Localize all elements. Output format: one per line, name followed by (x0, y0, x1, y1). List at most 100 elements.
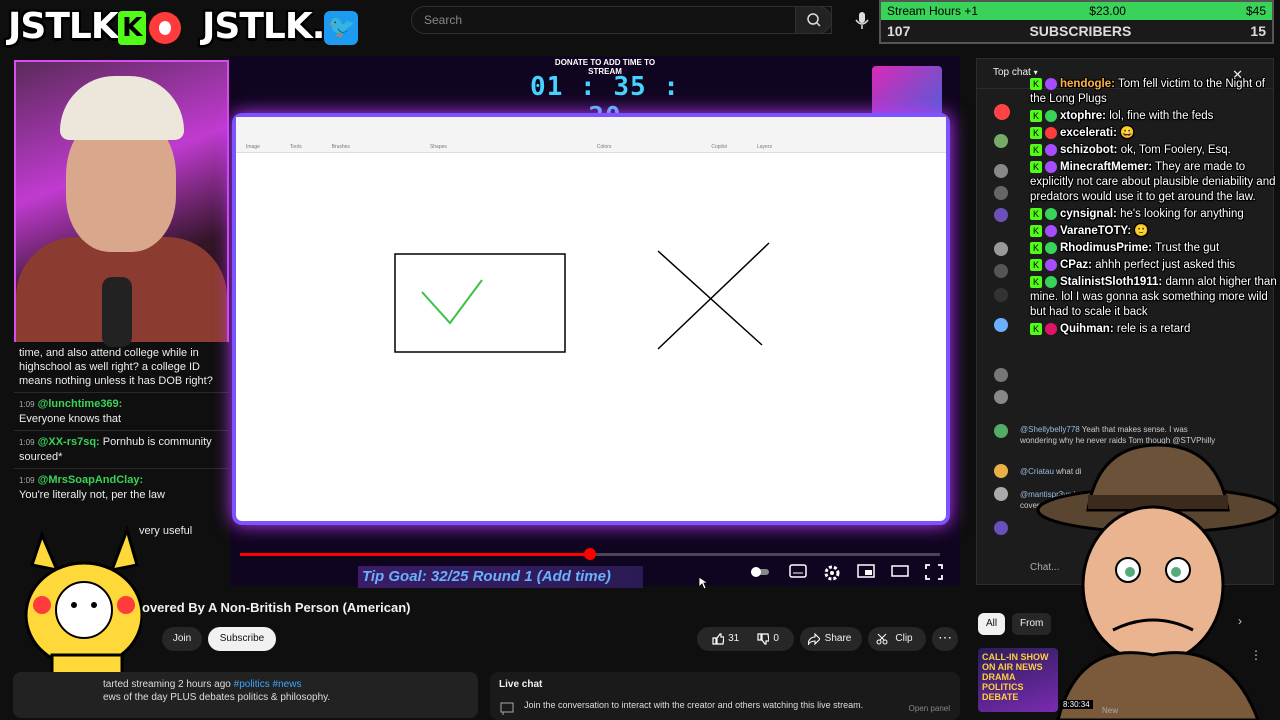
video-description[interactable]: tarted streaming 2 hours ago #politics #… (13, 672, 478, 718)
overlay-chat-message: K MinecraftMemer: They are made to explic… (1030, 159, 1278, 206)
toolbar-label-image: Image (246, 144, 260, 150)
kick-badge-icon: K (1030, 258, 1042, 271)
fullscreen-button[interactable] (924, 564, 944, 580)
user-badge-icon (1045, 207, 1057, 220)
chat-username: RhodimusPrime: (1060, 242, 1153, 254)
drawn-rectangle (394, 253, 566, 353)
description-hashtags[interactable]: #politics #news (234, 679, 302, 690)
chat-text: he's looking for anything (1120, 208, 1244, 220)
live-chat-title: Live chat (499, 679, 543, 690)
avatar (994, 164, 1008, 178)
webcam-person-hat (60, 76, 184, 140)
kick-badge-icon: K (1030, 77, 1042, 90)
stream-hours-panel: Stream Hours +1 $23.00 $45 107 SUBSCRIBE… (879, 0, 1274, 44)
top-chat-dropdown[interactable]: Top chat (993, 67, 1031, 78)
user-badge-icon (1045, 241, 1057, 254)
description-stream-started: tarted streaming 2 hours ago (103, 679, 231, 690)
avatar (994, 521, 1008, 535)
video-scrubber-handle[interactable] (584, 548, 596, 560)
chip-from[interactable]: From (1012, 613, 1052, 635)
chat-text: Trust the gut (1155, 242, 1220, 254)
autoplay-toggle[interactable] (750, 564, 770, 580)
miniplayer-button[interactable] (856, 564, 876, 580)
chat-username: @MrsSoapAndClay: (37, 474, 144, 486)
avatar (994, 134, 1008, 148)
kick-badge-icon: K (1030, 143, 1042, 156)
avatar (994, 424, 1008, 438)
tip-goal: Tip Goal: 32/25 Round 1 (Add time) (358, 566, 643, 588)
paint-toolbar: Image Tools Brushes Shapes Colors Copilo… (236, 117, 946, 153)
user-badge-icon (1045, 160, 1057, 173)
clip-label: Clip (895, 633, 913, 644)
overlay-chat-message: Kxtophre: lol, fine with the feds (1030, 108, 1278, 125)
paint-canvas: Image Tools Brushes Shapes Colors Copilo… (232, 113, 950, 525)
chevron-right-icon[interactable]: › (1238, 614, 1242, 628)
chat-message: time, and also attend college while in h… (14, 344, 229, 390)
logo-text: JSTLK. (202, 6, 325, 47)
user-badge-icon (1045, 258, 1057, 271)
paint-drawing (394, 242, 770, 353)
chat-input[interactable]: Chat... (1022, 556, 1142, 580)
subscribe-button[interactable]: Subscribe (208, 627, 276, 651)
open-panel-button[interactable]: Open panel (909, 704, 950, 713)
twitter-logo: JSTLK. 🐦 (202, 6, 359, 50)
youtube-record-icon (148, 12, 181, 44)
user-badge-icon (1045, 275, 1057, 288)
search-input[interactable]: Search (411, 6, 832, 34)
video-title: overed By A Non-British Person (American… (142, 600, 411, 615)
video-progress-bar[interactable] (240, 548, 940, 560)
chat-message: 1:09 @lunchtime369: Everyone knows that (14, 395, 229, 428)
more-options-button[interactable]: ⋯ (932, 627, 958, 651)
chat-text: time, and also attend college while in h… (19, 347, 213, 387)
overlay-chat-message: K CPaz: ahhh perfect just asked this (1030, 257, 1278, 274)
chat-text: rele is a retard (1116, 323, 1191, 335)
chat-text: lol, fine with the feds (1109, 110, 1214, 122)
chat-text: ok, Tom Foolery, Esq. (1120, 144, 1231, 156)
user-badge-icon (1045, 143, 1057, 156)
chat-username: hendogle: (1060, 78, 1115, 90)
share-button[interactable]: Share (800, 627, 862, 651)
dislike-count: 0 (773, 633, 779, 644)
autoplay-icon (751, 567, 769, 577)
search-button[interactable] (795, 6, 832, 34)
overlay-chat-message: K VaraneTOTY: 🙂 (1030, 223, 1278, 240)
overlay-chat-message: K StalinistSloth1911: damn alot higher th… (1030, 274, 1278, 321)
live-chat-description: Join the conversation to interact with t… (524, 700, 864, 710)
overlay-chat-message: Khendogle: Tom fell victim to the Night … (1030, 76, 1278, 108)
avatar (994, 487, 1008, 501)
share-label: Share (824, 633, 852, 644)
chat-username: xtophre: (1060, 110, 1106, 122)
more-vertical-icon[interactable]: ⋮ (1250, 648, 1262, 662)
chat-username: @lunchtime369: (37, 398, 123, 410)
description-text: ews of the day PLUS debates politics & p… (103, 692, 331, 703)
call-in-show-thumbnail[interactable]: CALL-IN SHOW ON AIR NEWS DRAMA POLITICS … (978, 648, 1058, 712)
captions-icon (789, 564, 807, 578)
microphone-button[interactable] (850, 8, 874, 32)
dislike-button[interactable]: 0 (757, 627, 779, 651)
theater-mode-button[interactable] (890, 564, 910, 580)
avatar (994, 288, 1008, 302)
chip-all[interactable]: All (978, 613, 1006, 635)
webcam-feed (14, 60, 229, 347)
kick-badge-icon: K (1030, 126, 1042, 139)
share-icon (808, 633, 820, 645)
avatar (994, 390, 1008, 404)
like-button[interactable]: 31 (712, 627, 739, 651)
kick-badge: K (117, 11, 146, 45)
chat-timestamp: 1:09 (19, 476, 35, 485)
subscribers-label: SUBSCRIBERS (1029, 23, 1132, 39)
avatar (994, 104, 1010, 120)
mouse-cursor-icon (698, 576, 708, 590)
chat-text: ahhh perfect just asked this (1095, 259, 1236, 271)
clip-button[interactable]: Clip (868, 627, 926, 651)
chat-text: You're literally not, per the law (19, 489, 165, 501)
settings-button[interactable] (822, 564, 842, 581)
join-button[interactable]: Join (162, 627, 202, 651)
captions-button[interactable] (788, 564, 808, 580)
toolbar-label-tools: Tools (289, 144, 302, 150)
overlay-chat-message: Kschizobot: ok, Tom Foolery, Esq. (1030, 142, 1278, 159)
stream-hours-amount: $23.00 (1089, 4, 1126, 18)
avatar (994, 318, 1008, 332)
user-badge-icon (1045, 322, 1057, 335)
avatar (994, 242, 1008, 256)
